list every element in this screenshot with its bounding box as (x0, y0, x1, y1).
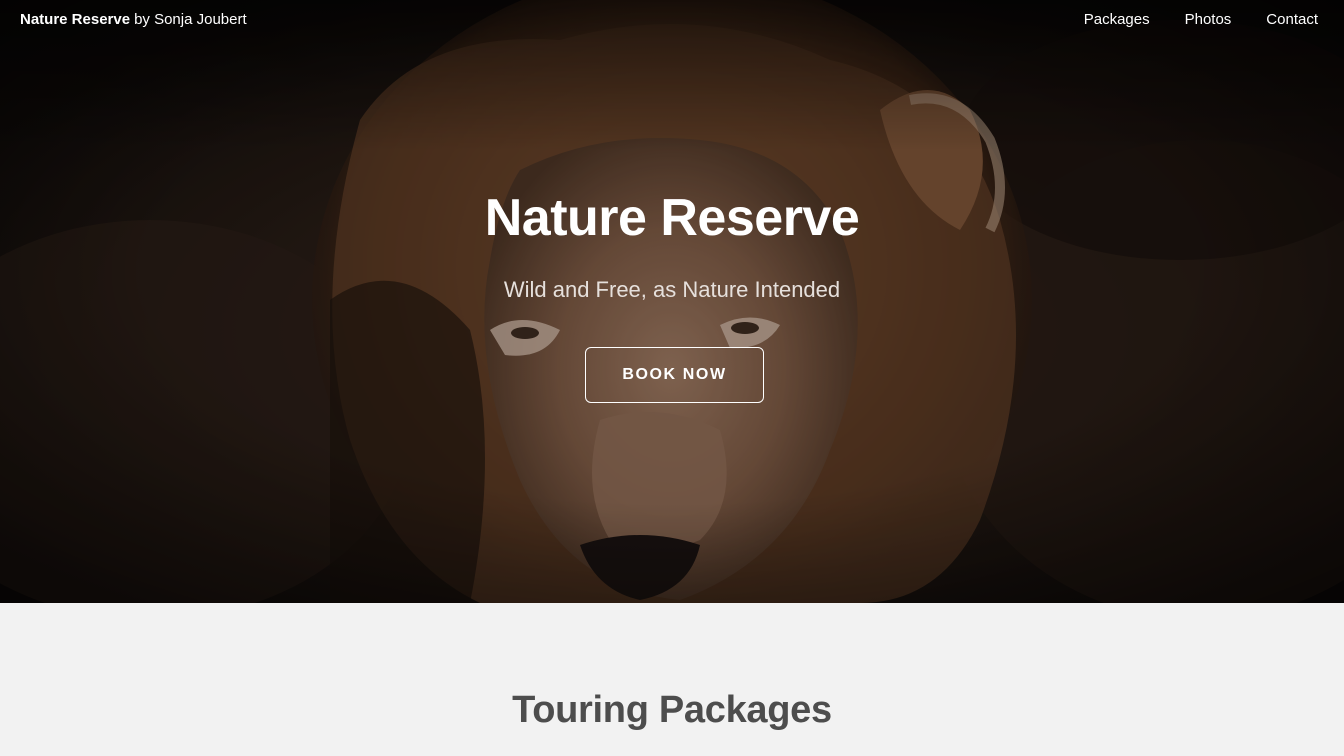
brand-link[interactable]: Nature Reserve by Sonja Joubert (20, 11, 247, 28)
nav-link-contact[interactable]: Contact (1266, 11, 1318, 28)
packages-section: Touring Packages (0, 603, 1344, 756)
hero-section: Nature Reserve Wild and Free, as Nature … (0, 0, 1344, 603)
book-now-button[interactable]: BOOK NOW (585, 347, 764, 403)
hero-title: Nature Reserve (484, 189, 860, 247)
nav-links: Packages Photos Contact (1084, 11, 1318, 28)
brand-author: by Sonja Joubert (134, 10, 247, 28)
hero-content: Nature Reserve Wild and Free, as Nature … (0, 0, 1344, 603)
packages-title: Touring Packages (512, 689, 832, 731)
top-navbar: Nature Reserve by Sonja Joubert Packages… (0, 0, 1344, 38)
nav-link-packages[interactable]: Packages (1084, 11, 1150, 28)
hero-subtitle: Wild and Free, as Nature Intended (503, 277, 841, 302)
brand-name: Nature Reserve (20, 10, 131, 28)
nav-link-photos[interactable]: Photos (1185, 11, 1232, 28)
